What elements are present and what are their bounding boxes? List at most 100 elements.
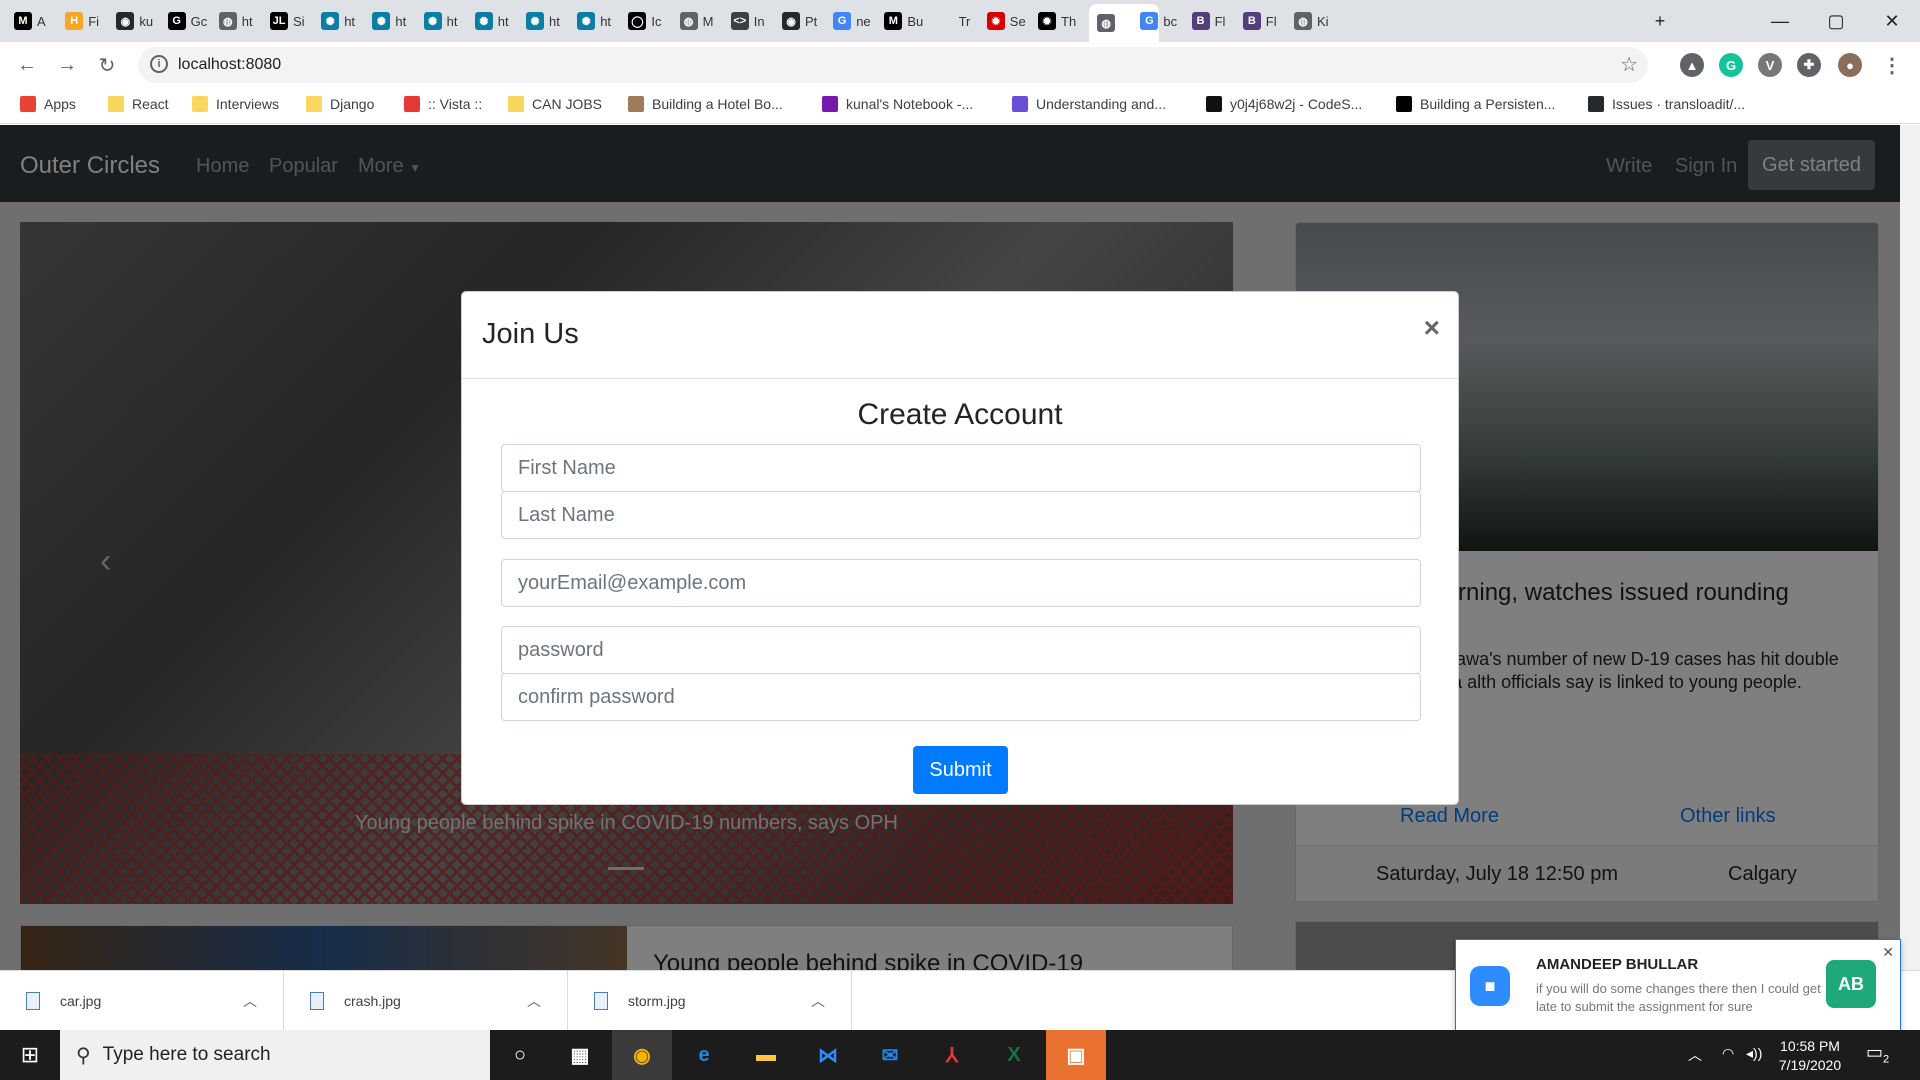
bookmark-item[interactable]: Apps [20,96,76,112]
browser-tab[interactable]: H Fi [65,6,104,36]
file-icon [26,992,40,1010]
maximize-icon[interactable]: ▢ [1808,0,1864,42]
bookmark-item[interactable]: Building a Hotel Bo... [628,96,783,112]
browser-tab[interactable]: Gne [833,6,872,36]
page-scrollbar[interactable] [1900,125,1920,970]
grammarly-extension-icon[interactable]: G [1719,53,1743,77]
back-icon[interactable]: ← [12,50,42,80]
excel-icon[interactable]: X [984,1030,1044,1080]
browser-tab[interactable]: ✺ ht [372,6,411,36]
vue-extension-icon[interactable]: V [1758,53,1782,77]
browser-tab[interactable]: MA [14,6,53,36]
drive-extension-icon[interactable]: ▲ [1680,53,1704,77]
minimize-icon[interactable]: — [1752,0,1808,42]
submit-button[interactable]: Submit [913,746,1008,794]
chat-notification[interactable]: ■ AMANDEEP BHULLAR if you will do some c… [1455,939,1901,1031]
bookmark-item[interactable]: y0j4j68w2j - CodeS... [1206,96,1362,112]
browser-tab[interactable]: Gbc [1140,6,1179,36]
site-info-icon[interactable]: i [150,55,168,73]
mail-icon[interactable]: ✉ [860,1030,920,1080]
action-center-icon[interactable]: ▭2 [1866,1042,1889,1066]
vscode-icon[interactable]: ⋈ [798,1030,858,1080]
bookmark-item[interactable]: Django [306,96,374,112]
browser-tab[interactable]: ✺ ht [474,6,514,36]
google-icon: G [1140,12,1159,30]
google-icon: G [833,12,852,30]
bookmarks-bar: Apps React Interviews Django:: Vista :: CAN … [0,88,1920,124]
browser-tab[interactable]: ◯ Ic [628,6,667,36]
download-filename: car.jpg [60,993,102,1009]
browser-tab[interactable]: ✺ ht [577,6,616,36]
download-item[interactable]: car.jpg ︿ [0,971,284,1031]
cortana-icon[interactable]: ○ [490,1030,550,1080]
web-page: Outer Circles Home Popular More ▼ Write … [0,125,1920,970]
react-icon: ✺ [321,12,340,30]
chevron-up-icon[interactable]: ︿ [527,991,541,1011]
chrome-icon[interactable]: ◉ [612,1030,672,1080]
browser-tab[interactable]: JL Si [270,6,309,36]
task-view-icon[interactable]: ▦ [550,1030,610,1080]
edge-icon[interactable]: e [674,1030,734,1080]
bookmark-item[interactable]: Building a Persisten... [1396,96,1555,112]
forward-icon[interactable]: → [52,50,82,80]
tab-title: Ic [651,13,662,29]
bookmark-item[interactable]: Understanding and... [1012,96,1166,112]
bookmark-icon [628,96,644,112]
chevron-up-icon[interactable]: ︿ [811,991,825,1011]
browser-tab[interactable]: Tr [935,6,975,36]
extensions-puzzle-icon[interactable]: ✚ [1797,53,1821,77]
bookmark-item[interactable]: Issues · transloadit/... [1588,96,1745,112]
new-tab-icon[interactable]: + [1640,0,1680,42]
bookmark-star-icon[interactable]: ☆ [1620,52,1638,77]
browser-tab[interactable]: ◉ Pt [782,6,821,36]
browser-menu-icon[interactable]: ⋮ [1880,53,1904,77]
browser-tab[interactable]: M Bu [884,6,923,36]
tab-title: ht [344,13,356,29]
browser-tab[interactable]: ◍ Ki [1294,6,1333,36]
password-field[interactable] [501,626,1421,674]
browser-tab[interactable]: B Fl [1242,6,1282,36]
browser-tab[interactable]: B Fl [1191,6,1231,36]
last-name-field[interactable] [501,491,1421,539]
address-bar[interactable]: i localhost:8080 ☆ [138,47,1648,83]
download-item[interactable]: crash.jpg ︿ [284,971,568,1031]
profile-avatar[interactable]: ● [1838,53,1862,77]
close-icon[interactable]: × [1424,312,1440,344]
browser-tab[interactable]: ✺ ht [423,6,463,36]
tab-title: M [702,13,714,29]
windows-start-icon[interactable]: ⊞ [0,1030,60,1080]
taskbar-clock[interactable]: 10:58 PM 7/19/2020 [1775,1037,1845,1075]
browser-tab[interactable]: ✹ Th [1038,6,1077,36]
modal-header: Join Us × [462,292,1458,379]
url-text[interactable]: localhost:8080 [178,56,281,74]
bookmark-item[interactable]: :: Vista :: [404,96,482,112]
browser-tab[interactable]: ◍ ht [218,6,258,36]
browser-tab[interactable]: ◉ ku [116,6,155,36]
close-icon[interactable]: ✕ [1882,944,1894,961]
reload-icon[interactable]: ↻ [92,50,122,80]
browser-tab[interactable]: ◍ M [679,6,719,36]
wifi-icon[interactable]: ◠ [1722,1045,1734,1062]
bookmark-item[interactable]: React [108,96,169,112]
taskbar-search[interactable]: ⚲ Type here to search [60,1030,490,1080]
browser-tab[interactable]: ✺ ht [321,6,360,36]
browser-tab[interactable]: G Gc [167,6,207,36]
first-name-field[interactable] [501,444,1421,492]
chevron-up-icon[interactable]: ︿ [243,991,257,1011]
bookmark-label: Interviews [216,96,280,112]
browser-tab[interactable]: <> In [730,6,770,36]
browser-tab[interactable]: ✺ ht [526,6,565,36]
bookmark-item[interactable]: CAN JOBS [508,96,602,112]
acrobat-icon[interactable]: ⅄ [922,1030,982,1080]
download-item[interactable]: storm.jpg ︿ [568,971,852,1031]
bookmark-item[interactable]: Interviews [192,96,279,112]
show-hidden-icons[interactable]: ︿ [1688,1045,1702,1065]
email-field[interactable] [501,559,1421,607]
volume-icon[interactable]: ◂)) [1746,1045,1762,1062]
close-window-icon[interactable]: ✕ [1864,0,1920,42]
notification-app-icon[interactable]: ▣ [1046,1030,1106,1080]
confirm-password-field[interactable] [501,673,1421,721]
browser-tab[interactable]: ✹ Se [986,6,1026,36]
file-explorer-icon[interactable]: ▬ [736,1030,796,1080]
bookmark-item[interactable]: kunal's Notebook -... [822,96,973,112]
